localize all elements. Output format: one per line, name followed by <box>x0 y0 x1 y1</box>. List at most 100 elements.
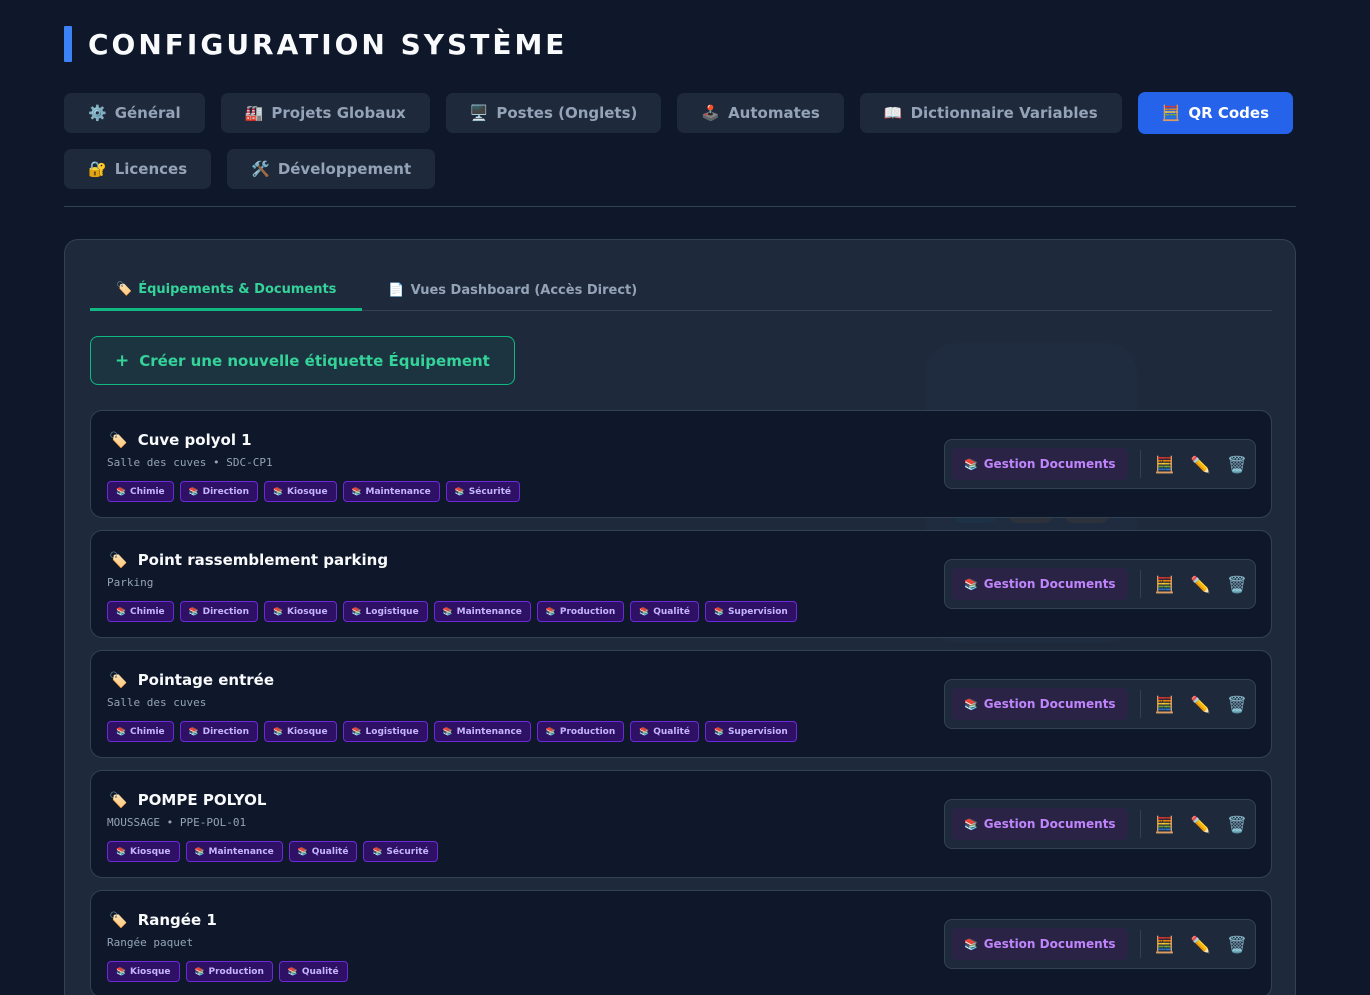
tag-badge-label: Chimie <box>129 486 165 497</box>
books-icon: 📚 <box>545 607 556 616</box>
tag-badge-label: Maintenance <box>208 846 274 857</box>
tag-badge: 📚 Maintenance <box>433 721 531 742</box>
equipment-card: 🏷️ POMPE POLYOL MOUSSAGE • PPE-POL-01 📚 Kios… <box>90 770 1272 878</box>
equipment-card: 🏷️ Point rassemblement parking Parking 📚 Chi… <box>90 530 1272 638</box>
edit-button[interactable]: ✏️ <box>1183 808 1219 840</box>
plus-icon: + <box>115 350 130 371</box>
books-icon: 📚 <box>194 967 205 976</box>
subtab-equipements-documents[interactable]: 🏷️ Équipements & Documents <box>90 270 363 311</box>
delete-button[interactable]: 🗑️ <box>1219 688 1255 720</box>
tag-badge-label: Supervision <box>727 726 788 737</box>
tag-badge-label: Qualité <box>653 726 690 737</box>
settings-nav-row: 🔐 Licences 🛠️ Développement <box>64 149 1296 190</box>
edit-button[interactable]: ✏️ <box>1183 928 1219 960</box>
equipment-title: 🏷️ Rangée 1 <box>109 911 217 929</box>
tag-badge-label: Maintenance <box>456 606 522 617</box>
books-icon: 📚 <box>188 607 199 616</box>
qr-code-button[interactable]: 🧮 <box>1146 448 1182 480</box>
delete-button[interactable]: 🗑️ <box>1219 808 1255 840</box>
books-icon: 📚 <box>639 607 650 616</box>
tab-label: Projets Globaux <box>271 104 406 122</box>
qr-code-button[interactable]: 🧮 <box>1146 568 1182 600</box>
actions-separator <box>1139 570 1141 598</box>
tab-label: Développement <box>277 160 412 178</box>
books-icon: 📚 <box>964 817 978 831</box>
tag-badge-label: Kiosque <box>129 966 171 977</box>
edit-button[interactable]: ✏️ <box>1183 568 1219 600</box>
tag-badge: 📚 Production <box>185 961 273 982</box>
books-icon: 📚 <box>116 727 126 736</box>
books-icon: 📚 <box>442 607 453 616</box>
manage-documents-button[interactable]: 📚 Gestion Documents <box>952 688 1128 720</box>
equipment-location: Parking <box>107 576 154 589</box>
equipment-card: 🏷️ Cuve polyol 1 Salle des cuves • SDC-CP1… <box>90 410 1272 518</box>
books-icon: 📚 <box>545 727 556 736</box>
tag-badge: 📚 Supervision <box>704 721 797 742</box>
manage-documents-button[interactable]: 📚 Gestion Documents <box>952 928 1128 960</box>
tag-badge-label: Chimie <box>129 726 165 737</box>
edit-button[interactable]: ✏️ <box>1183 448 1219 480</box>
tag-badge: 📚 Kiosque <box>264 721 337 742</box>
tab-automates[interactable]: 🕹️ Automates <box>677 93 844 133</box>
tab-developpement[interactable]: 🛠️ Développement <box>227 149 436 189</box>
books-icon: 📚 <box>116 967 126 976</box>
tab-label: QR Codes <box>1188 104 1270 122</box>
manage-documents-label: Gestion Documents <box>983 817 1116 831</box>
tab-qr-codes[interactable]: 🧮 QR Codes <box>1137 92 1294 134</box>
create-equipment-label-button[interactable]: + Créer une nouvelle étiquette Équipemen… <box>90 336 515 385</box>
title-accent-bar <box>64 26 72 62</box>
settings-nav: ⚙️ Général 🏭 Projets Globaux 🖥️ Postes (Ongle… <box>64 92 1296 205</box>
desktop-icon: 🖥️ <box>469 104 489 122</box>
page-title: CONFIGURATION SYSTÈME <box>88 27 568 61</box>
manage-documents-button[interactable]: 📚 Gestion Documents <box>952 808 1128 840</box>
books-icon: 📚 <box>964 457 978 471</box>
subtab-vues-dashboard-acces-direct[interactable]: 📄 Vues Dashboard (Accès Direct) <box>362 270 663 310</box>
tag-badge-label: Qualité <box>653 606 690 617</box>
equipment-name: Cuve polyol 1 <box>137 431 252 449</box>
books-icon: 📚 <box>188 487 199 496</box>
equipment-title: 🏷️ Point rassemblement parking <box>109 551 388 569</box>
tab-postes-onglets[interactable]: 🖥️ Postes (Onglets) <box>445 93 662 133</box>
tag-badge-label: Direction <box>202 726 250 737</box>
tag-badge: 📚 Logistique <box>342 601 428 622</box>
delete-button[interactable]: 🗑️ <box>1219 448 1255 480</box>
tag-badge-label: Supervision <box>727 606 788 617</box>
actions-separator <box>1139 450 1141 478</box>
settings-nav-row: ⚙️ Général 🏭 Projets Globaux 🖥️ Postes (Ongle… <box>64 92 1296 134</box>
books-icon: 📚 <box>454 487 465 496</box>
delete-button[interactable]: 🗑️ <box>1219 568 1255 600</box>
manage-documents-button[interactable]: 📚 Gestion Documents <box>952 448 1128 480</box>
qr-codes-panel: 🏷️ Équipements & Documents 📄 Vues Dashboard… <box>64 239 1296 995</box>
manage-documents-label: Gestion Documents <box>983 457 1116 471</box>
books-icon: 📚 <box>713 727 724 736</box>
equipment-card: 🏷️ Rangée 1 Rangée paquet 📚 Kiosque 📚 Producti… <box>90 890 1272 995</box>
edit-button[interactable]: ✏️ <box>1183 688 1219 720</box>
equipment-card: 🏷️ Pointage entrée Salle des cuves 📚 Chimie 📚… <box>90 650 1272 758</box>
tag-badge-label: Sécurité <box>386 846 429 857</box>
tab-licences[interactable]: 🔐 Licences <box>64 149 212 189</box>
manage-documents-button[interactable]: 📚 Gestion Documents <box>952 568 1128 600</box>
tag-badge: 📚 Sécurité <box>363 841 438 862</box>
books-icon: 📚 <box>116 487 126 496</box>
tag-badge: 📚 Qualité <box>630 601 699 622</box>
tag-badge: 📚 Direction <box>179 721 259 742</box>
equipment-tags: 📚 Kiosque 📚 Production 📚 Qualité <box>107 961 348 982</box>
qr-code-button[interactable]: 🧮 <box>1146 808 1182 840</box>
tag-badge: 📚 Production <box>536 601 625 622</box>
manage-documents-label: Gestion Documents <box>983 937 1116 951</box>
tab-projets-globaux[interactable]: 🏭 Projets Globaux <box>220 93 430 133</box>
qr-code-button[interactable]: 🧮 <box>1146 688 1182 720</box>
delete-button[interactable]: 🗑️ <box>1219 928 1255 960</box>
tab-dictionnaire-variables[interactable]: 📖 Dictionnaire Variables <box>859 93 1122 133</box>
manage-documents-label: Gestion Documents <box>983 577 1116 591</box>
tab-general[interactable]: ⚙️ Général <box>64 93 205 133</box>
tag-icon: 🏷️ <box>109 671 128 689</box>
equipment-name: Pointage entrée <box>137 671 274 689</box>
tag-icon: 🏷️ <box>109 431 128 449</box>
books-icon: 📚 <box>287 967 298 976</box>
page-header: CONFIGURATION SYSTÈME <box>64 26 567 62</box>
qr-code-button[interactable]: 🧮 <box>1146 928 1182 960</box>
tag-badge-label: Production <box>559 606 616 617</box>
books-icon: 📚 <box>372 847 383 856</box>
tag-icon: 🏷️ <box>109 911 128 929</box>
